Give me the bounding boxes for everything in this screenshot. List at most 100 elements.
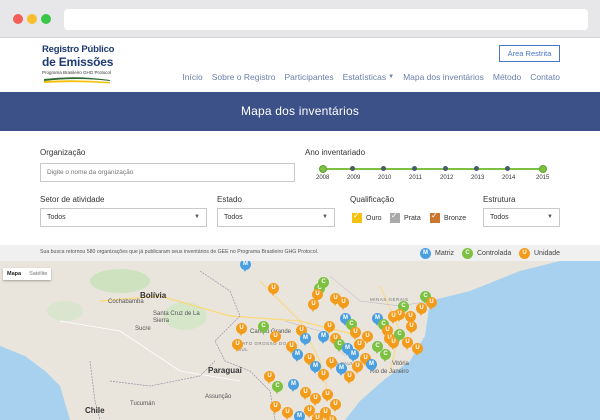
year-tick-label: 2013 [471, 175, 485, 181]
nav-item-participantes[interactable]: Participantes [285, 72, 334, 82]
nav-item-estatisticas[interactable]: Estatísticas ▼ [343, 72, 394, 82]
unidade-map-marker-icon[interactable]: U [326, 415, 337, 420]
site-logo[interactable]: Registro Público de Emissões Programa Br… [42, 44, 114, 86]
state-label: Estado [217, 195, 242, 204]
map-type-toggle: Mapa Satélite [3, 268, 52, 280]
unidade-map-marker-icon[interactable]: U [232, 339, 243, 353]
unidade-map-marker-icon[interactable]: U [270, 401, 281, 415]
unidade-map-marker-icon[interactable]: U [268, 283, 279, 297]
logo-swoosh-icon [44, 77, 110, 84]
minimize-window-icon[interactable] [27, 14, 37, 24]
page-title: Mapa dos inventários [240, 104, 360, 118]
place-label: Chile [85, 406, 105, 415]
year-slider-track[interactable] [323, 168, 543, 170]
unidade-map-marker-icon[interactable]: U [330, 399, 341, 413]
qualification-silver-checkbox[interactable]: Prata [390, 211, 421, 223]
year-tick-label: 2012 [440, 175, 454, 181]
matriz-marker-icon: M [420, 248, 431, 259]
matriz-map-marker-icon[interactable]: M [240, 261, 251, 273]
structure-select[interactable]: Todos ▼ [483, 208, 560, 227]
restricted-area-button[interactable]: Área Restrita [499, 45, 560, 62]
structure-label: Estrutura [483, 195, 516, 204]
state-select[interactable]: Todos ▼ [217, 208, 335, 227]
place-label: Vitória [392, 361, 409, 367]
logo-line-3: Programa Brasileiro GHG Protocol [42, 70, 112, 75]
unidade-map-marker-icon[interactable]: U [318, 369, 329, 383]
main-nav: Início Sobre o Registro Participantes Es… [173, 72, 560, 82]
controlada-marker-icon: C [462, 248, 473, 259]
page-title-band: Mapa dos inventários [0, 92, 600, 131]
year-tick [381, 166, 386, 171]
legend-controlada: C Controlada [462, 248, 511, 259]
matriz-map-marker-icon[interactable]: M [366, 359, 377, 373]
check-icon [390, 211, 400, 223]
sector-select[interactable]: Todos ▼ [40, 208, 207, 227]
unidade-map-marker-icon[interactable]: U [338, 297, 349, 311]
controlada-map-marker-icon[interactable]: C [380, 349, 391, 363]
nav-item-inicio[interactable]: Início [182, 72, 202, 82]
place-label: Santa Cruz de La Sierra [153, 311, 200, 324]
unidade-marker-icon: U [519, 248, 530, 259]
year-tick-label: 2010 [378, 175, 392, 181]
controlada-map-marker-icon[interactable]: C [272, 381, 283, 395]
nav-item-sobre[interactable]: Sobre o Registro [212, 72, 276, 82]
unidade-map-marker-icon[interactable]: U [426, 297, 437, 311]
nav-item-contato[interactable]: Contato [530, 72, 560, 82]
unidade-map-marker-icon[interactable]: U [406, 321, 417, 335]
place-label: Cochabamba [108, 299, 144, 305]
logo-line-1: Registro Público [42, 44, 115, 55]
address-bar[interactable] [64, 9, 588, 30]
results-info-bar: Sua busca retornou 580 organizações que … [0, 245, 600, 261]
unidade-map-marker-icon[interactable]: U [344, 371, 355, 385]
check-icon [352, 211, 362, 223]
year-slider-start-handle[interactable] [319, 165, 327, 173]
unidade-map-marker-icon[interactable]: U [236, 323, 247, 337]
legend-matriz: M Matriz [420, 248, 454, 259]
year-tick-label: 2009 [347, 175, 361, 181]
logo-line-2: de Emissões [42, 55, 114, 69]
nav-item-mapa[interactable]: Mapa dos inventários [403, 72, 484, 82]
chevron-down-icon: ▼ [194, 214, 200, 220]
inventory-map[interactable]: Mapa Satélite Bolívia Cochabamba Santa C… [0, 261, 600, 420]
place-label: Sucre [135, 326, 151, 332]
unidade-map-marker-icon[interactable]: U [270, 331, 281, 345]
check-icon [430, 211, 440, 223]
year-label: Ano inventariado [305, 148, 366, 157]
chevron-down-icon: ▼ [388, 74, 395, 80]
year-tick-label: 2015 [536, 175, 550, 181]
year-slider-end-handle[interactable] [539, 165, 547, 173]
controlada-map-marker-icon[interactable]: C [258, 321, 269, 335]
matriz-map-marker-icon[interactable]: M [300, 333, 311, 347]
year-tick [412, 166, 417, 171]
unidade-map-marker-icon[interactable]: U [412, 343, 423, 357]
place-label: Tucumán [130, 401, 155, 407]
matriz-map-marker-icon[interactable]: M [288, 379, 299, 393]
site-header: Registro Público de Emissões Programa Br… [0, 38, 600, 92]
organization-input[interactable] [40, 163, 295, 182]
year-tick [350, 166, 355, 171]
place-label: Paraguai [208, 366, 242, 375]
close-window-icon[interactable] [13, 14, 23, 24]
map-type-satellite-button[interactable]: Satélite [25, 268, 51, 280]
unidade-map-marker-icon[interactable]: U [388, 311, 399, 325]
matriz-map-marker-icon[interactable]: M [292, 349, 303, 363]
chevron-down-icon: ▼ [322, 214, 328, 220]
year-tick [474, 166, 479, 171]
legend-unidade: U Unidade [519, 248, 560, 259]
unidade-map-marker-icon[interactable]: U [308, 299, 319, 313]
maximize-window-icon[interactable] [41, 14, 51, 24]
organization-label: Organização [40, 148, 86, 157]
map-type-map-button[interactable]: Mapa [3, 268, 25, 280]
unidade-map-marker-icon[interactable]: U [416, 303, 427, 317]
year-tick [505, 166, 510, 171]
sector-label: Setor de atividade [40, 195, 105, 204]
browser-chrome [0, 0, 600, 38]
qualification-gold-checkbox[interactable]: Ouro [352, 211, 382, 223]
place-label: Assunção [205, 394, 232, 400]
nav-item-metodo[interactable]: Método [493, 72, 521, 82]
unidade-map-marker-icon[interactable]: U [282, 407, 293, 420]
year-tick [443, 166, 448, 171]
chevron-down-icon: ▼ [547, 214, 553, 220]
qualification-bronze-checkbox[interactable]: Bronze [430, 211, 466, 223]
qualification-label: Qualificação [350, 195, 395, 204]
